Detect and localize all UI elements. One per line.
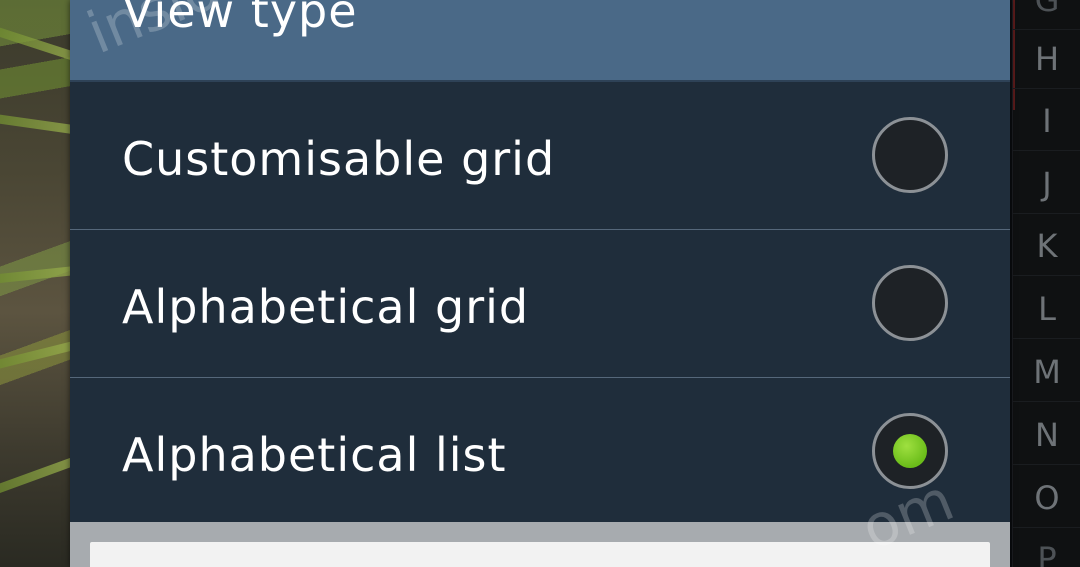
index-letter[interactable]: J: [1013, 155, 1080, 214]
home-wallpaper: [0, 0, 86, 567]
index-letter[interactable]: I: [1013, 92, 1080, 151]
index-letter[interactable]: M: [1013, 343, 1080, 402]
view-type-dialog: View type Customisable grid Alphabetical…: [70, 0, 1010, 567]
radio-unselected-icon[interactable]: [872, 117, 948, 193]
index-letter-g[interactable]: G: [1013, 0, 1080, 30]
radio-unselected-icon[interactable]: [872, 265, 948, 341]
index-letter[interactable]: H: [1013, 30, 1080, 89]
option-alphabetical-grid[interactable]: Alphabetical grid: [70, 230, 1010, 378]
dialog-footer-button[interactable]: [90, 542, 990, 567]
dialog-title: View type: [122, 0, 358, 38]
index-letter[interactable]: L: [1013, 280, 1080, 339]
option-label: Customisable grid: [122, 132, 556, 186]
dialog-footer: [70, 522, 1010, 567]
index-letter[interactable]: K: [1013, 217, 1080, 276]
option-label: Alphabetical list: [122, 428, 507, 482]
screen: G H I J K L M N O P View type Customisab…: [0, 0, 1080, 567]
index-letter[interactable]: O: [1013, 469, 1080, 528]
radio-selected-dot: [893, 434, 927, 468]
option-alphabetical-list[interactable]: Alphabetical list: [70, 378, 1010, 525]
alphabet-index-strip[interactable]: G H I J K L M N O P: [1012, 0, 1080, 567]
option-customisable-grid[interactable]: Customisable grid: [70, 82, 1010, 230]
dialog-header: View type: [70, 0, 1010, 82]
option-label: Alphabetical grid: [122, 280, 530, 334]
index-letter[interactable]: N: [1013, 406, 1080, 465]
radio-selected-icon[interactable]: [872, 413, 948, 489]
index-letter-p[interactable]: P: [1013, 530, 1080, 567]
